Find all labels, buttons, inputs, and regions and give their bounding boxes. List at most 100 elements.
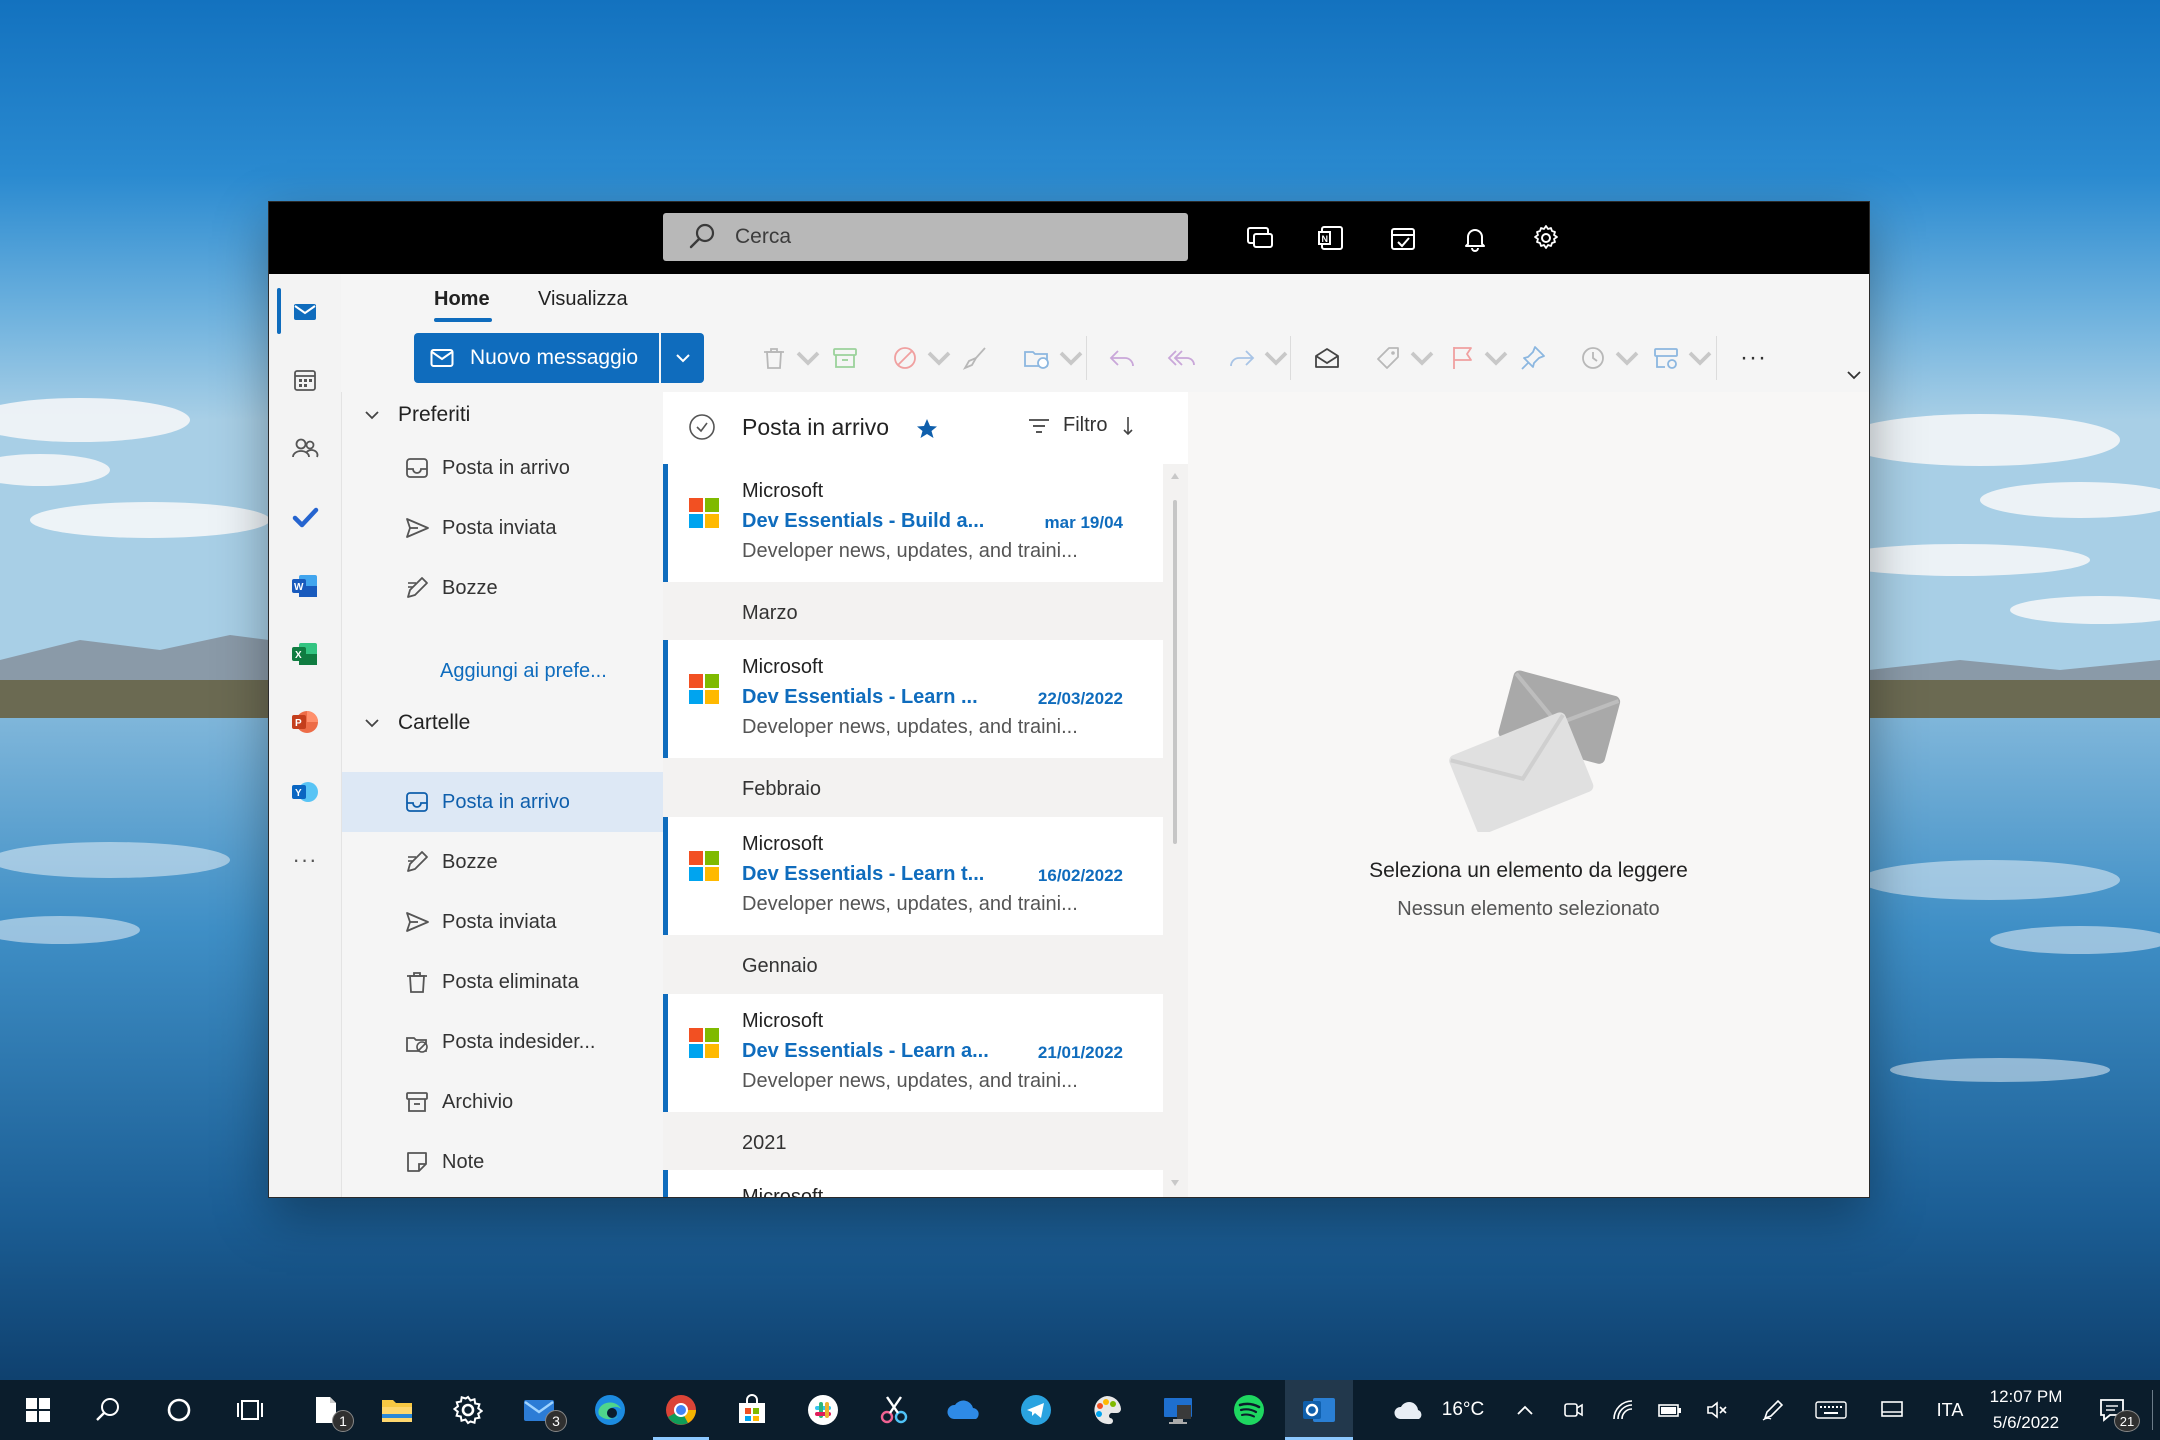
weather-icon[interactable] [1392,1380,1428,1440]
edge-icon[interactable] [590,1380,630,1440]
message-list-scrollbar[interactable] [1170,464,1180,1197]
sweep-button[interactable] [961,340,991,376]
filter-button[interactable]: Filtro [1027,414,1135,437]
meet-now-icon[interactable] [1242,220,1278,256]
display-icon[interactable] [1879,1380,1905,1440]
rules-button[interactable] [1651,340,1715,376]
tab-visualizza[interactable]: Visualizza [538,288,628,311]
message-item[interactable]: Microsoft Dev Essentials - Learn t... 16… [663,817,1163,935]
my-day-icon[interactable] [1385,220,1421,256]
settings-app-icon[interactable] [448,1380,488,1440]
scrollbar-thumb[interactable] [1173,500,1177,844]
touch-keyboard-icon[interactable] [1814,1380,1848,1440]
search-input[interactable] [733,224,1177,250]
more-apps-icon[interactable]: ··· [287,842,323,878]
add-favorite-link[interactable]: Aggiungi ai prefe... [440,660,607,683]
calendar-icon[interactable] [287,362,323,398]
inbox-icon [402,453,432,483]
unread-indicator [663,817,668,935]
clock[interactable]: 12:07 PM 5/6/2022 [1986,1384,2066,1436]
bell-icon[interactable] [1457,220,1493,256]
new-message-button[interactable]: Nuovo messaggio [414,333,659,383]
chrome-icon[interactable] [653,1380,709,1440]
mail-app-icon[interactable]: 3 [519,1380,567,1440]
folder-item-label: Posta in arrivo [442,790,570,813]
yammer-icon[interactable]: Y [287,774,323,810]
new-message-dropdown[interactable] [661,333,704,383]
reply-button[interactable] [1107,340,1137,376]
message-item[interactable]: Microsoft Dev Essentials - Build a... ma… [663,464,1163,582]
weather-temperature[interactable]: 16°C [1438,1380,1488,1440]
pin-button[interactable] [1518,340,1548,376]
volume-muted-icon[interactable] [1704,1380,1730,1440]
unread-indicator [663,1170,668,1197]
taskbar-search-icon[interactable] [88,1380,128,1440]
tag-icon [1377,347,1399,369]
battery-icon[interactable] [1657,1380,1683,1440]
wifi-icon[interactable] [1610,1380,1636,1440]
cortana-icon[interactable] [159,1380,199,1440]
categorize-button[interactable] [1373,340,1437,376]
store-icon[interactable] [732,1380,772,1440]
message-item[interactable]: Microsoft Dev Essentials - Learn ... 22/… [663,640,1163,758]
reply-all-icon [1167,350,1195,366]
select-all-icon[interactable] [687,412,717,442]
chevron-down-icon [1059,351,1083,366]
folders-header-label: Cartelle [398,711,471,734]
show-desktop-button[interactable] [2152,1390,2153,1430]
file-explorer-icon[interactable] [377,1380,417,1440]
move-to-button[interactable] [1022,340,1086,376]
slack-icon[interactable] [803,1380,843,1440]
ribbon-more-icon[interactable]: ··· [1740,340,1767,376]
message-sender: Microsoft [742,833,824,855]
mail-icon[interactable] [287,294,323,330]
spotify-icon[interactable] [1229,1380,1269,1440]
pen-icon[interactable] [1760,1380,1786,1440]
snipping-tool-icon[interactable] [874,1380,914,1440]
unread-indicator [663,994,668,1112]
action-center-icon[interactable]: 21 [2092,1380,2140,1440]
gear-icon[interactable] [1528,220,1564,256]
paint-icon[interactable] [1087,1380,1127,1440]
forward-button[interactable] [1227,340,1291,376]
powerpoint-icon[interactable]: P [287,704,323,740]
scroll-down-arrow-icon[interactable] [1170,1179,1180,1187]
files-app-icon[interactable]: 1 [306,1380,354,1440]
task-view-icon[interactable] [230,1380,270,1440]
todo-icon[interactable] [287,499,323,535]
input-language[interactable]: ITA [1930,1380,1970,1440]
people-icon[interactable] [287,430,323,466]
clock-date: 5/6/2022 [1992,1413,2060,1432]
telegram-icon[interactable] [1016,1380,1056,1440]
star-icon[interactable] [915,417,939,441]
sort-arrow-icon[interactable] [1121,415,1135,437]
tray-overflow-chevron-icon[interactable] [1512,1380,1538,1440]
snooze-button[interactable] [1578,340,1642,376]
search-box[interactable] [663,213,1188,261]
onedrive-icon[interactable] [945,1380,985,1440]
ribbon-collapse-chevron-icon[interactable] [1846,370,1862,380]
chevron-down-icon [796,351,820,366]
message-sender: Microsoft [742,480,824,502]
word-icon[interactable]: W [287,568,323,604]
reply-all-button[interactable] [1167,340,1197,376]
message-item[interactable]: Microsoft [663,1170,1163,1197]
tab-home[interactable]: Home [434,288,490,311]
archive-button[interactable] [830,340,860,376]
archive-icon [402,1087,432,1117]
excel-icon[interactable]: X [287,636,323,672]
delete-button[interactable] [759,340,823,376]
mark-read-button[interactable] [1312,340,1342,376]
flag-button[interactable] [1447,340,1511,376]
start-button-icon[interactable] [18,1380,58,1440]
meet-now-tray-icon[interactable] [1560,1380,1586,1440]
scroll-up-arrow-icon[interactable] [1170,472,1180,480]
message-item[interactable]: Microsoft Dev Essentials - Learn a... 21… [663,994,1163,1112]
outlook-app-icon[interactable] [1285,1380,1353,1440]
microsoft-logo-icon [689,1028,719,1058]
chevron-down-icon [1410,351,1434,366]
remote-desktop-icon[interactable] [1158,1380,1198,1440]
reading-pane-subtitle: Nessun elemento selezionato [1397,898,1660,920]
onenote-icon[interactable]: N [1314,220,1350,256]
report-button[interactable] [890,340,954,376]
